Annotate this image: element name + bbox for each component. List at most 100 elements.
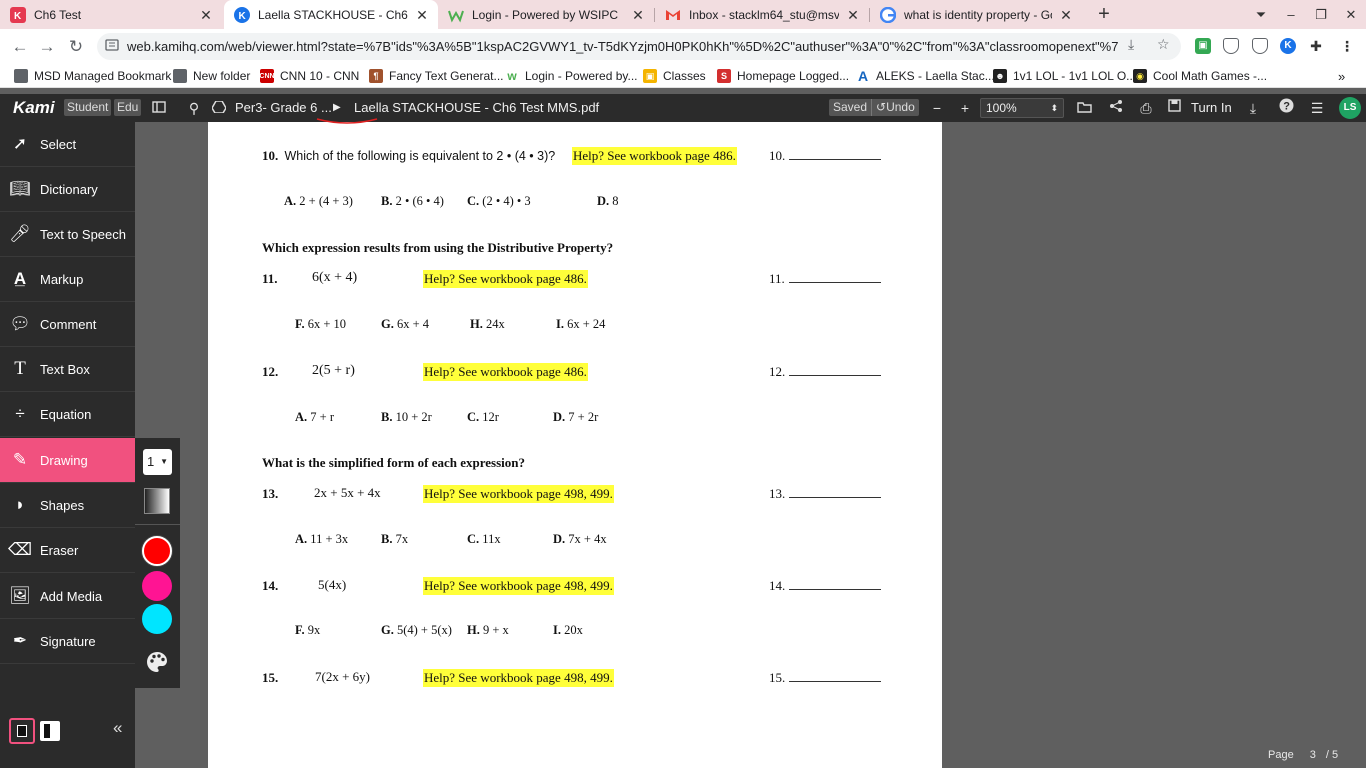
sidebar-item-select[interactable]: ➚ Select — [0, 122, 135, 167]
answer-blank-11[interactable]: 11. — [769, 271, 881, 287]
bookmark-wsipc[interactable]: w Login - Powered by... — [505, 67, 638, 85]
bookmark-fancy-text[interactable]: ¶ Fancy Text Generat... — [369, 67, 504, 85]
textbox-icon: T — [14, 358, 26, 379]
site-info-icon[interactable] — [97, 39, 127, 54]
install-app-icon[interactable]: ⤓ — [1128, 36, 1134, 53]
sidebar-item-eraser[interactable]: ⌫ Eraser — [0, 528, 135, 573]
shield-extension-icon[interactable] — [1252, 38, 1268, 54]
forward-arrow-icon[interactable]: → — [37, 37, 57, 57]
tab-google-search[interactable]: what is identity property - Google ✕ — [870, 0, 1082, 29]
sidebar-item-label: Markup — [40, 271, 84, 287]
browser-tab-strip: K Ch6 Test ✕ K Laella STACKHOUSE - Ch6 T… — [0, 0, 1366, 29]
sidebar-item-comment[interactable]: 💬︎ Comment — [0, 302, 135, 347]
question-13: 13. — [262, 486, 278, 502]
bookmark-label: MSD Managed Bookmark — [34, 69, 172, 83]
pdf-page[interactable]: 10. Which of the following is equivalent… — [208, 118, 942, 768]
tab-search-icon[interactable]: ⏷ — [1246, 7, 1276, 23]
color-swatch-cyan[interactable] — [142, 604, 172, 634]
sidebar-item-markup[interactable]: A̲ Markup — [0, 257, 135, 302]
close-icon[interactable]: ✕ — [630, 7, 646, 23]
question-expression: 2(5 + r) — [312, 363, 355, 378]
close-window-icon[interactable]: ✕ — [1336, 7, 1366, 23]
sidebar-item-add-media[interactable]: 🖼︎ Add Media — [0, 574, 135, 619]
answer-blank-15[interactable]: 15. — [769, 670, 882, 686]
question-number: 12. — [262, 364, 279, 379]
kami-extension-icon[interactable]: K — [1280, 38, 1296, 54]
reload-icon[interactable]: ↻ — [66, 37, 86, 57]
opacity-swatch[interactable] — [144, 488, 170, 514]
bookmark-label: Login - Powered by... — [525, 69, 638, 83]
menu-dots-icon[interactable]: ⋮ — [1339, 38, 1355, 54]
thickness-select[interactable]: 1 ▼ — [143, 449, 172, 475]
share-icon[interactable] — [1106, 98, 1126, 118]
light-mode-toggle-icon[interactable] — [40, 721, 60, 741]
zoom-select[interactable]: 100% ⬍ — [980, 98, 1064, 118]
url-text: web.kamihq.com/web/viewer.html?state=%7B… — [127, 39, 1119, 54]
answer-blank-10[interactable]: 10. — [769, 148, 882, 164]
breadcrumb-folder[interactable]: Per3- Grade 6 ... — [235, 100, 332, 115]
back-arrow-icon[interactable]: ← — [10, 37, 30, 57]
bookmark-classes[interactable]: ▣ Classes — [643, 67, 706, 85]
palette-icon[interactable] — [146, 651, 168, 679]
answer-blank-13[interactable]: 13. — [769, 486, 882, 502]
color-swatch-pink[interactable] — [142, 571, 172, 601]
collapse-sidebar-icon[interactable]: « — [113, 718, 122, 738]
address-bar[interactable]: web.kamihq.com/web/viewer.html?state=%7B… — [97, 33, 1181, 60]
option-c: C. 11x — [467, 532, 501, 547]
sidebar-item-drawing[interactable]: ✎ Drawing — [0, 438, 135, 483]
bookmark-star-icon[interactable]: ☆ — [1157, 36, 1170, 53]
tab-wsipc-login[interactable]: Login - Powered by WSIPC ✕ — [438, 0, 654, 29]
download-icon[interactable]: ⤓ — [1243, 98, 1263, 118]
help-icon[interactable]: ? — [1276, 98, 1296, 118]
google-classroom-extension-icon[interactable]: ▣ — [1195, 38, 1211, 54]
help-highlight: Help? See workbook page 486. — [423, 363, 588, 381]
bookmark-1v1lol[interactable]: ☻ 1v1 LOL - 1v1 LOL O... — [993, 67, 1136, 85]
close-icon[interactable]: ✕ — [845, 7, 861, 23]
bookmark-cnn[interactable]: CNN CNN 10 - CNN — [259, 67, 359, 85]
close-icon[interactable]: ✕ — [1058, 7, 1074, 23]
zoom-out-icon[interactable]: − — [927, 98, 947, 118]
hamburger-menu-icon[interactable]: ☰ — [1307, 98, 1327, 118]
search-icon[interactable]: ⚲ — [184, 98, 204, 118]
sidebar-item-equation[interactable]: ÷ Equation — [0, 392, 135, 437]
more-bookmarks-chevron-icon[interactable]: » — [1338, 67, 1345, 85]
help-highlight: Help? See workbook page 486. — [423, 270, 588, 288]
undo-button[interactable]: ↺Undo — [871, 99, 919, 116]
turn-in-button[interactable]: Turn In — [1168, 99, 1232, 115]
dark-mode-toggle-icon[interactable] — [9, 718, 35, 744]
avatar[interactable]: LS — [1339, 97, 1361, 119]
bookmark-msd[interactable]: MSD Managed Bookmark — [14, 67, 171, 85]
extensions-puzzle-icon[interactable]: ✚ — [1308, 38, 1324, 54]
document-title[interactable]: Laella STACKHOUSE - Ch6 Test MMS.pdf — [354, 100, 599, 115]
print-icon[interactable]: ⎙ — [1136, 98, 1156, 118]
current-page[interactable]: 3 — [1310, 749, 1316, 761]
close-icon[interactable]: ✕ — [198, 7, 214, 23]
tab-ch6-test[interactable]: K Ch6 Test ✕ — [0, 0, 222, 29]
sidebar-item-text-box[interactable]: T Text Box — [0, 347, 135, 392]
close-icon[interactable]: ✕ — [414, 7, 430, 23]
sidebar-item-shapes[interactable]: ◗ Shapes — [0, 483, 135, 528]
sidebar-item-dictionary[interactable]: 📖︎ Dictionary — [0, 167, 135, 212]
zoom-value: 100% — [986, 101, 1017, 115]
bookmark-homepage[interactable]: S Homepage Logged... — [717, 67, 849, 85]
new-tab-plus-icon[interactable]: + — [1094, 4, 1114, 24]
answer-blank-14[interactable]: 14. — [769, 578, 882, 594]
sidebar-item-text-to-speech[interactable]: 🎤︎ Text to Speech — [0, 212, 135, 257]
bookmark-coolmath[interactable]: ◉ Cool Math Games -... — [1133, 67, 1267, 85]
sidebar-item-signature[interactable]: ✒ Signature — [0, 619, 135, 664]
bookmark-aleks[interactable]: A ALEKS - Laella Stac... — [856, 67, 995, 85]
sidebar-toggle-icon[interactable] — [149, 98, 169, 118]
open-folder-icon[interactable] — [1075, 98, 1095, 118]
restore-icon[interactable]: ❐ — [1306, 7, 1336, 23]
google-drive-icon[interactable] — [209, 98, 229, 118]
shield-extension-icon[interactable] — [1223, 38, 1239, 54]
tab-kami-document[interactable]: K Laella STACKHOUSE - Ch6 Test M ✕ — [224, 0, 438, 29]
bookmark-new-folder[interactable]: New folder — [173, 67, 250, 85]
bookmark-label: Homepage Logged... — [737, 69, 850, 83]
zoom-in-icon[interactable]: + — [955, 98, 975, 118]
option-a: A. 7 + r — [295, 410, 334, 425]
tab-gmail-inbox[interactable]: Inbox - stacklm64_stu@msvl.k12 ✕ — [655, 0, 869, 29]
color-swatch-red[interactable] — [142, 536, 172, 566]
answer-blank-12[interactable]: 12. — [769, 364, 882, 380]
minimize-icon[interactable]: – — [1276, 7, 1306, 22]
